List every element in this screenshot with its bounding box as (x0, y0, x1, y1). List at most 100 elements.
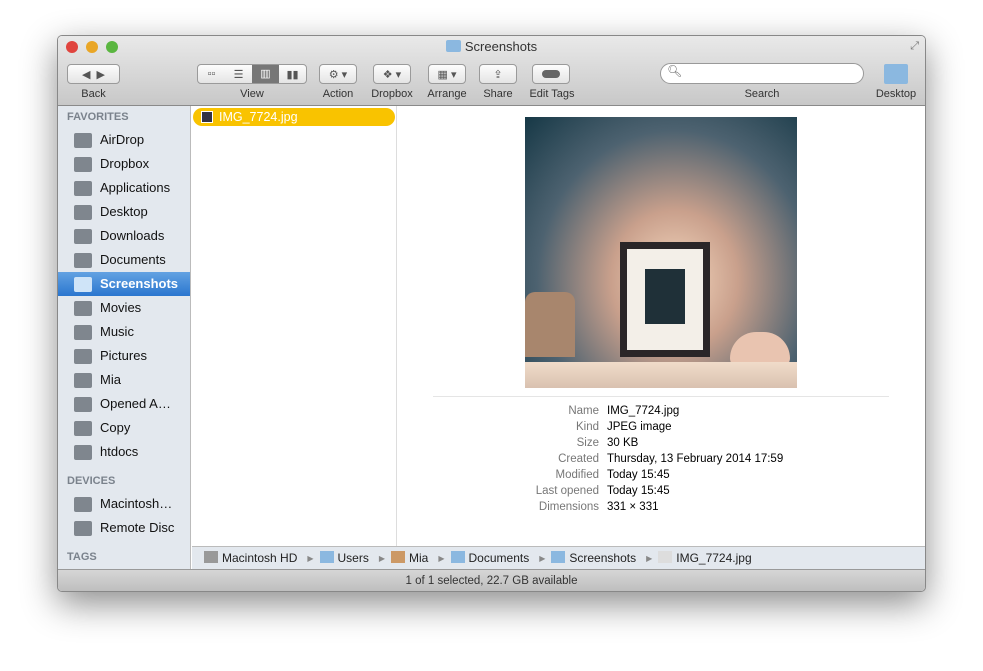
info-value: JPEG image (607, 421, 672, 433)
share-icon: ⇪ (493, 68, 503, 81)
sidebar-item-remote-disc[interactable]: Remote Disc (58, 516, 190, 540)
title-text: Screenshots (464, 39, 538, 54)
list-view-icon[interactable]: ☰ (225, 68, 252, 81)
info-key: Dimensions (538, 501, 599, 513)
downloads-icon (74, 228, 92, 244)
mia-icon (74, 372, 92, 388)
back-label: Back (81, 88, 106, 100)
sidebar: FAVORITES AirDrop Dropbox Applications Desk… (58, 106, 191, 569)
sidebar-item-label: AirDrop (100, 132, 145, 147)
chevron-right-icon: ▶ (646, 553, 653, 563)
gear-icon: ⚙ ▾ (328, 68, 348, 81)
info-key: Modified (555, 469, 599, 481)
coverflow-view-icon[interactable]: ▮▮ (279, 68, 306, 81)
sidebar-item-label: Opened A… (100, 396, 171, 411)
favorites-header: FAVORITES (67, 111, 129, 123)
desktop-folder-icon[interactable] (884, 64, 908, 84)
path-label: Screenshots (569, 551, 637, 565)
path-item[interactable]: Macintosh HD (204, 551, 301, 565)
file-item[interactable]: IMG_7724.jpg (193, 108, 395, 126)
path-label: Documents (468, 551, 530, 565)
sidebar-item-label: Pictures (100, 348, 147, 363)
info-row: Modified Today 15:45 (433, 467, 783, 483)
info-row: Created Thursday, 13 February 2014 17:59 (433, 451, 783, 467)
icon-view-icon[interactable]: ▫▫ (198, 68, 225, 80)
info-value: Today 15:45 (607, 469, 670, 481)
path-item[interactable]: Users (319, 551, 373, 565)
fullscreen-icon[interactable]: ⤢ (910, 40, 919, 53)
back-forward-button[interactable]: ◀ ▶ (67, 64, 120, 84)
window-title: Screenshots (58, 39, 925, 54)
path-item[interactable]: Documents (450, 551, 534, 565)
chevron-right-icon: ▶ (438, 553, 445, 563)
path-item[interactable]: IMG_7724.jpg (658, 551, 755, 565)
sidebar-item-label: Desktop (100, 204, 148, 219)
sidebar-item-label: Movies (100, 300, 142, 315)
view-label: View (240, 88, 264, 100)
file-column: IMG_7724.jpg (192, 106, 397, 546)
edit-tags-button[interactable] (532, 64, 570, 84)
column-view-icon[interactable]: ▥ (252, 65, 279, 83)
view-switcher[interactable]: ▫▫ ☰ ▥ ▮▮ (197, 64, 307, 84)
desktop-icon (74, 204, 92, 220)
dropbox-icon: ❖ ▾ (382, 68, 402, 81)
path-item[interactable]: Mia (391, 551, 432, 565)
sidebar-item-htdocs[interactable]: htdocs (58, 440, 190, 464)
sidebar-item-macintosh[interactable]: Macintosh… (58, 492, 190, 516)
info-value: IMG_7724.jpg (607, 405, 680, 417)
sidebar-item-downloads[interactable]: Downloads (58, 224, 190, 248)
dropbox-icon (74, 156, 92, 172)
sidebar-item-documents[interactable]: Documents (58, 248, 190, 272)
sidebar-item-label: Documents (100, 252, 166, 267)
sidebar-item-applications[interactable]: Applications (58, 176, 190, 200)
shelf (525, 362, 797, 388)
sidebar-item-pictures[interactable]: Pictures (58, 344, 190, 368)
folder-icon (445, 40, 461, 52)
action-button[interactable]: ⚙ ▾ (319, 64, 357, 84)
edit-tags-label: Edit Tags (529, 88, 575, 100)
documents-icon (74, 252, 92, 268)
desktop-label: Desktop (875, 88, 917, 100)
arrange-button[interactable]: ▦ ▾ (428, 64, 466, 84)
dropbox-button[interactable]: ❖ ▾ (373, 64, 411, 84)
sidebar-item-dropbox[interactable]: Dropbox (58, 152, 190, 176)
copy-icon (74, 420, 92, 436)
picture-frame (620, 242, 710, 357)
screenshots-icon (74, 276, 92, 292)
sidebar-item-opened-a[interactable]: Opened A… (58, 392, 190, 416)
sidebar-item-label: Macintosh… (100, 496, 173, 511)
info-value: 30 KB (607, 437, 639, 449)
file-icon (658, 551, 673, 563)
sidebar-item-airdrop[interactable]: AirDrop (58, 128, 190, 152)
path-item[interactable]: Screenshots (551, 551, 640, 565)
tags-header: TAGS (67, 551, 97, 563)
status-bar: 1 of 1 selected, 22.7 GB available (58, 569, 925, 591)
finder-window: Screenshots ⤢ ◀ ▶ Back ▫▫ ☰ ▥ ▮▮ View ⚙ … (57, 35, 926, 592)
info-value: Today 15:45 (607, 485, 670, 497)
search-input[interactable]: 🔍︎ (660, 63, 864, 84)
info-row: Size 30 KB (433, 435, 783, 451)
share-button[interactable]: ⇪ (479, 64, 517, 84)
path-label: Macintosh HD (222, 551, 298, 565)
info-row: Last opened Today 15:45 (433, 483, 783, 499)
folder-icon (450, 551, 465, 563)
info-value: Thursday, 13 February 2014 17:59 (607, 453, 784, 465)
sidebar-item-screenshots[interactable]: Screenshots (58, 272, 190, 296)
path-bar: Macintosh HD ▶ Users ▶ Mia ▶ Documents ▶ Screens… (192, 546, 925, 569)
sidebar-item-music[interactable]: Music (58, 320, 190, 344)
sidebar-item-label: Copy (100, 420, 131, 435)
path-label: IMG_7724.jpg (676, 551, 752, 565)
folder-icon (551, 551, 566, 563)
arrange-icon: ▦ ▾ (437, 68, 457, 81)
action-label: Action (322, 88, 354, 100)
sidebar-item-label: Downloads (100, 228, 165, 243)
folder-icon (319, 551, 334, 563)
macintosh-icon (74, 496, 92, 512)
sidebar-item-copy[interactable]: Copy (58, 416, 190, 440)
chevron-right-icon: ▶ (378, 553, 386, 563)
sidebar-item-movies[interactable]: Movies (58, 296, 190, 320)
info-key: Name (568, 405, 599, 417)
search-label: Search (744, 88, 780, 100)
sidebar-item-mia[interactable]: Mia (58, 368, 190, 392)
sidebar-item-desktop[interactable]: Desktop (58, 200, 190, 224)
